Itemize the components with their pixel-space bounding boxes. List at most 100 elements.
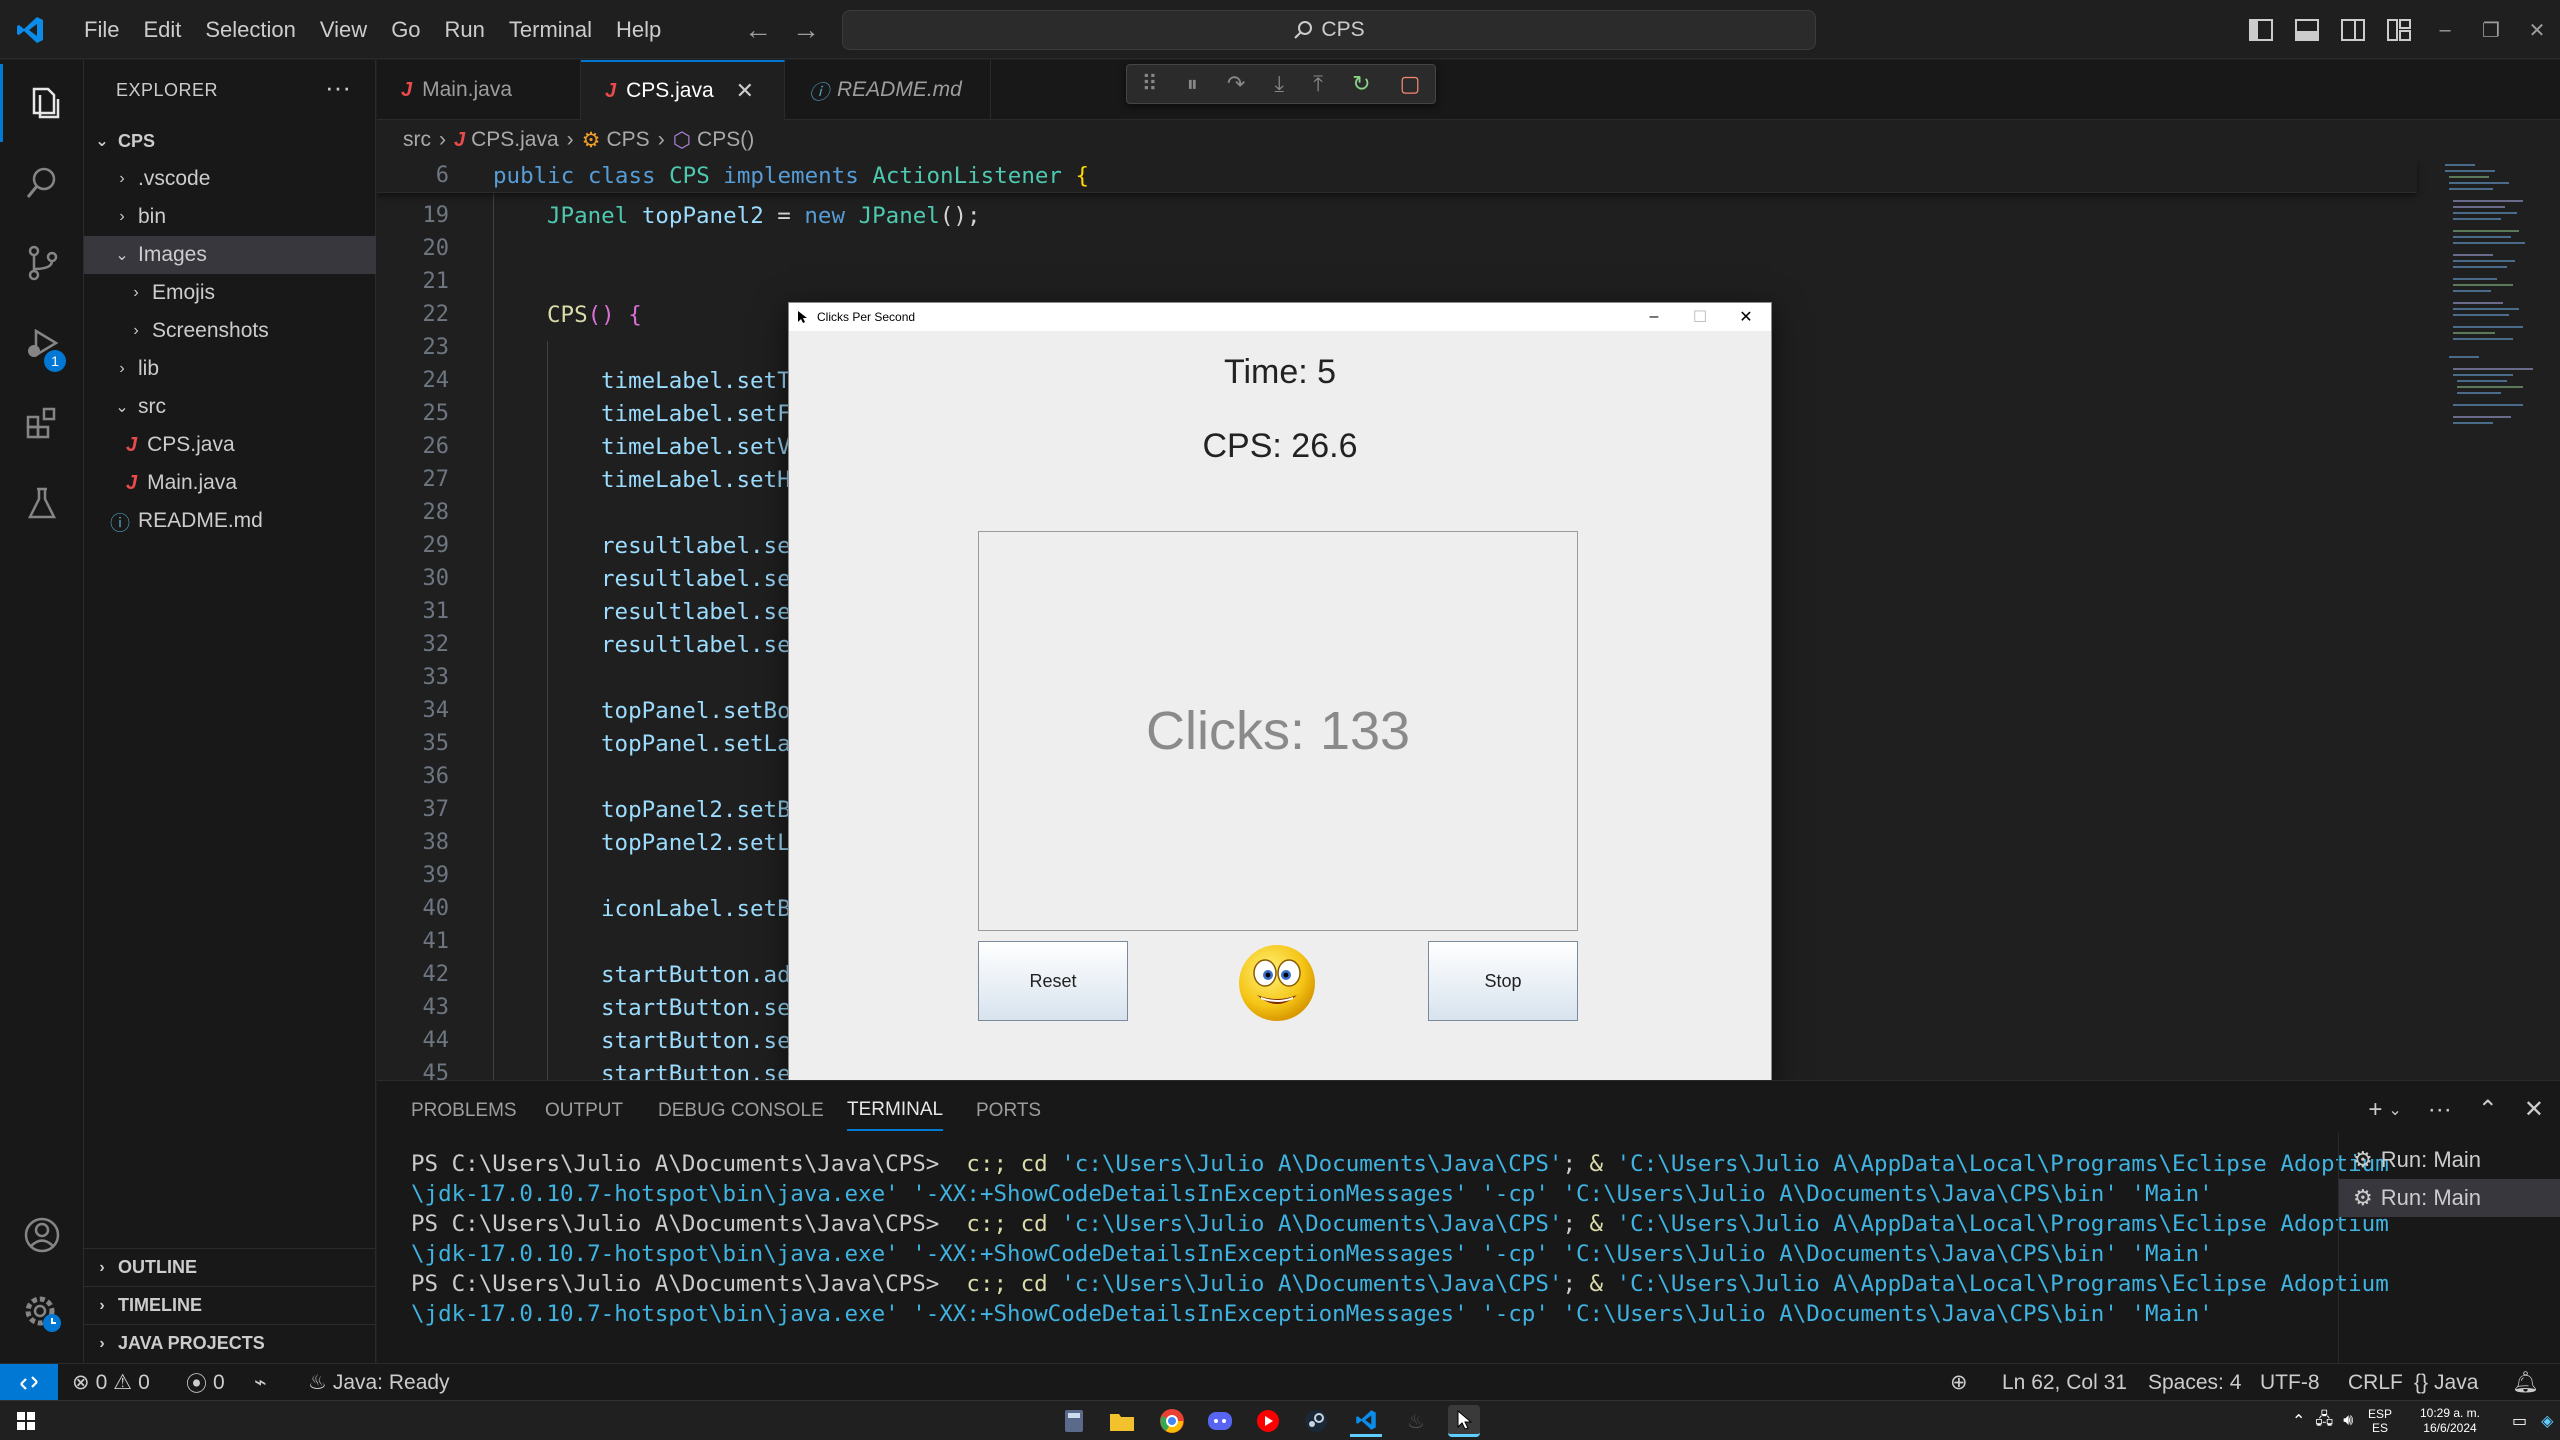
cursor-position[interactable]: Ln 62, Col 31 <box>2002 1364 2127 1401</box>
indentation-status[interactable]: Spaces: 4 <box>2148 1364 2241 1401</box>
stop-icon[interactable]: ▢ <box>1400 71 1421 97</box>
restore-icon[interactable]: ❐ <box>2468 18 2514 43</box>
menu-go[interactable]: Go <box>379 0 432 59</box>
steam-icon[interactable] <box>1300 1405 1332 1437</box>
tree-item-vscode[interactable]: › .vscode <box>84 160 376 198</box>
menu-help[interactable]: Help <box>604 0 673 59</box>
source-control-icon[interactable] <box>0 224 84 302</box>
breadcrumb-src[interactable]: src <box>403 128 431 152</box>
drag-handle-icon[interactable]: ⠿ <box>1142 71 1158 97</box>
toggle-primary-sidebar-icon[interactable] <box>2238 14 2284 46</box>
zoom-status[interactable]: ⊕ <box>1950 1364 1968 1401</box>
close-window-icon[interactable]: ✕ <box>2514 18 2560 43</box>
chevron-down-icon[interactable]: ⌄ <box>2388 1100 2401 1120</box>
encoding-status[interactable]: UTF-8 <box>2260 1364 2320 1401</box>
step-out-icon[interactable]: ⤒ <box>1313 71 1323 97</box>
close-tab-icon[interactable]: ✕ <box>736 78 754 104</box>
calculator-app-icon[interactable] <box>1058 1405 1090 1437</box>
tree-item-images[interactable]: ⌄ Images <box>84 236 376 274</box>
vscode-logo-icon[interactable] <box>14 14 46 46</box>
section-outline[interactable]: › OUTLINE <box>84 1248 376 1286</box>
menu-view[interactable]: View <box>308 0 379 59</box>
run-debug-icon[interactable]: 1 <box>0 304 84 382</box>
tab-main-java[interactable]: J Main.java <box>377 60 581 120</box>
language-indicator[interactable]: ESP ES <box>2368 1401 2392 1440</box>
file-explorer-icon[interactable] <box>1106 1405 1138 1437</box>
menu-file[interactable]: File <box>72 0 131 59</box>
clock[interactable]: 10:29 a. m. 16/6/2024 <box>2404 1401 2496 1440</box>
stop-button[interactable]: Stop <box>1428 941 1578 1021</box>
menu-run[interactable]: Run <box>433 0 497 59</box>
manage-gear-icon[interactable] <box>0 1274 84 1352</box>
back-arrow-icon[interactable]: ← <box>744 14 772 46</box>
minimap[interactable] <box>2427 160 2547 1080</box>
java-taskbar-icon[interactable]: ♨ <box>1400 1405 1432 1437</box>
click-area-button[interactable]: Clicks: 133 <box>978 531 1578 931</box>
tab-ports[interactable]: PORTS <box>976 1091 1041 1131</box>
tab-problems[interactable]: PROBLEMS <box>411 1091 517 1131</box>
clicks-app-taskbar-icon[interactable] <box>1448 1405 1480 1437</box>
tree-item-bin[interactable]: › bin <box>84 198 376 236</box>
java-status[interactable]: ♨ Java: Ready <box>308 1364 450 1401</box>
tree-root-cps[interactable]: ⌄ CPS <box>84 122 376 160</box>
search-icon[interactable] <box>0 144 84 222</box>
menu-terminal[interactable]: Terminal <box>497 0 604 59</box>
step-into-icon[interactable]: ⤓ <box>1274 71 1284 97</box>
remote-window-icon[interactable] <box>0 1364 58 1401</box>
tree-item-main-java[interactable]: J Main.java <box>84 464 376 502</box>
app-minimize-icon[interactable]: – <box>1631 303 1677 331</box>
tab-readme[interactable]: ⓘ README.md <box>785 60 991 120</box>
customize-layout-icon[interactable] <box>2376 14 2422 46</box>
more-actions-icon[interactable]: ··· <box>325 72 351 103</box>
language-status[interactable]: {} Java <box>2414 1364 2478 1401</box>
chrome-icon[interactable] <box>1156 1405 1188 1437</box>
terminal-instance[interactable]: ⚙ Run: Main <box>2339 1179 2560 1217</box>
tree-item-cps-java[interactable]: J CPS.java <box>84 426 376 464</box>
tray-volume-icon[interactable]: 🔊︎ <box>2343 1412 2353 1430</box>
vscode-taskbar-icon[interactable] <box>1350 1405 1382 1437</box>
pause-icon[interactable]: ⏸ <box>1187 71 1198 97</box>
breadcrumb-method[interactable]: CPS() <box>697 128 754 152</box>
tab-output[interactable]: OUTPUT <box>545 1091 623 1131</box>
tray-network-icon[interactable]: 🖧︎ <box>2315 1408 2333 1435</box>
eol-status[interactable]: CRLF <box>2348 1364 2403 1401</box>
tab-debug-console[interactable]: DEBUG CONSOLE <box>658 1091 824 1131</box>
tab-cps-java[interactable]: J CPS.java ✕ <box>581 60 785 120</box>
minimize-icon[interactable]: – <box>2422 19 2468 42</box>
tree-item-emojis[interactable]: › Emojis <box>84 274 376 312</box>
reset-button[interactable]: Reset <box>978 941 1128 1021</box>
java-app-window[interactable]: Clicks Per Second – ☐ ✕ Time: 5 CPS: 26.… <box>788 302 1772 1090</box>
new-terminal-icon[interactable]: + <box>2368 1096 2382 1124</box>
debug-status[interactable]: ⌁ <box>254 1364 267 1401</box>
accounts-icon[interactable] <box>0 1196 84 1274</box>
step-over-icon[interactable]: ↷ <box>1227 71 1245 97</box>
tree-item-readme[interactable]: ⓘ README.md <box>84 502 376 540</box>
notifications-bell-icon[interactable]: 🔔︎ <box>2512 1364 2539 1401</box>
tray-chevron-up-icon[interactable]: ⌃ <box>2292 1411 2305 1431</box>
copilot-icon[interactable]: ◈ <box>2541 1411 2553 1431</box>
menu-selection[interactable]: Selection <box>193 0 308 59</box>
command-center-search[interactable]: CPS <box>842 10 1816 50</box>
more-actions-icon[interactable]: ··· <box>2428 1096 2452 1124</box>
forward-arrow-icon[interactable]: → <box>792 14 820 46</box>
section-timeline[interactable]: › TIMELINE <box>84 1286 376 1324</box>
discord-icon[interactable] <box>1204 1405 1236 1437</box>
toggle-secondary-sidebar-icon[interactable] <box>2330 14 2376 46</box>
menu-edit[interactable]: Edit <box>131 0 193 59</box>
maximize-panel-icon[interactable]: ⌃ <box>2478 1095 2498 1124</box>
section-java-projects[interactable]: › JAVA PROJECTS <box>84 1324 376 1362</box>
problems-status[interactable]: ⊗ 0 ⚠ 0 <box>72 1364 150 1401</box>
ports-status[interactable]: ⦿ 0 <box>186 1364 225 1401</box>
app-close-icon[interactable]: ✕ <box>1723 303 1769 331</box>
explorer-icon[interactable] <box>0 64 84 142</box>
extensions-icon[interactable] <box>0 384 84 462</box>
toggle-panel-icon[interactable] <box>2284 14 2330 46</box>
close-panel-icon[interactable]: ✕ <box>2524 1095 2544 1124</box>
tree-item-screenshots[interactable]: › Screenshots <box>84 312 376 350</box>
testing-icon[interactable] <box>0 464 84 542</box>
restart-icon[interactable]: ↻ <box>1352 71 1370 97</box>
breadcrumb-class[interactable]: CPS <box>607 128 650 152</box>
terminal-instance[interactable]: ⚙ Run: Main <box>2339 1141 2560 1179</box>
tree-item-src[interactable]: ⌄ src <box>84 388 376 426</box>
app-title-bar[interactable]: Clicks Per Second – ☐ ✕ <box>789 303 1771 331</box>
